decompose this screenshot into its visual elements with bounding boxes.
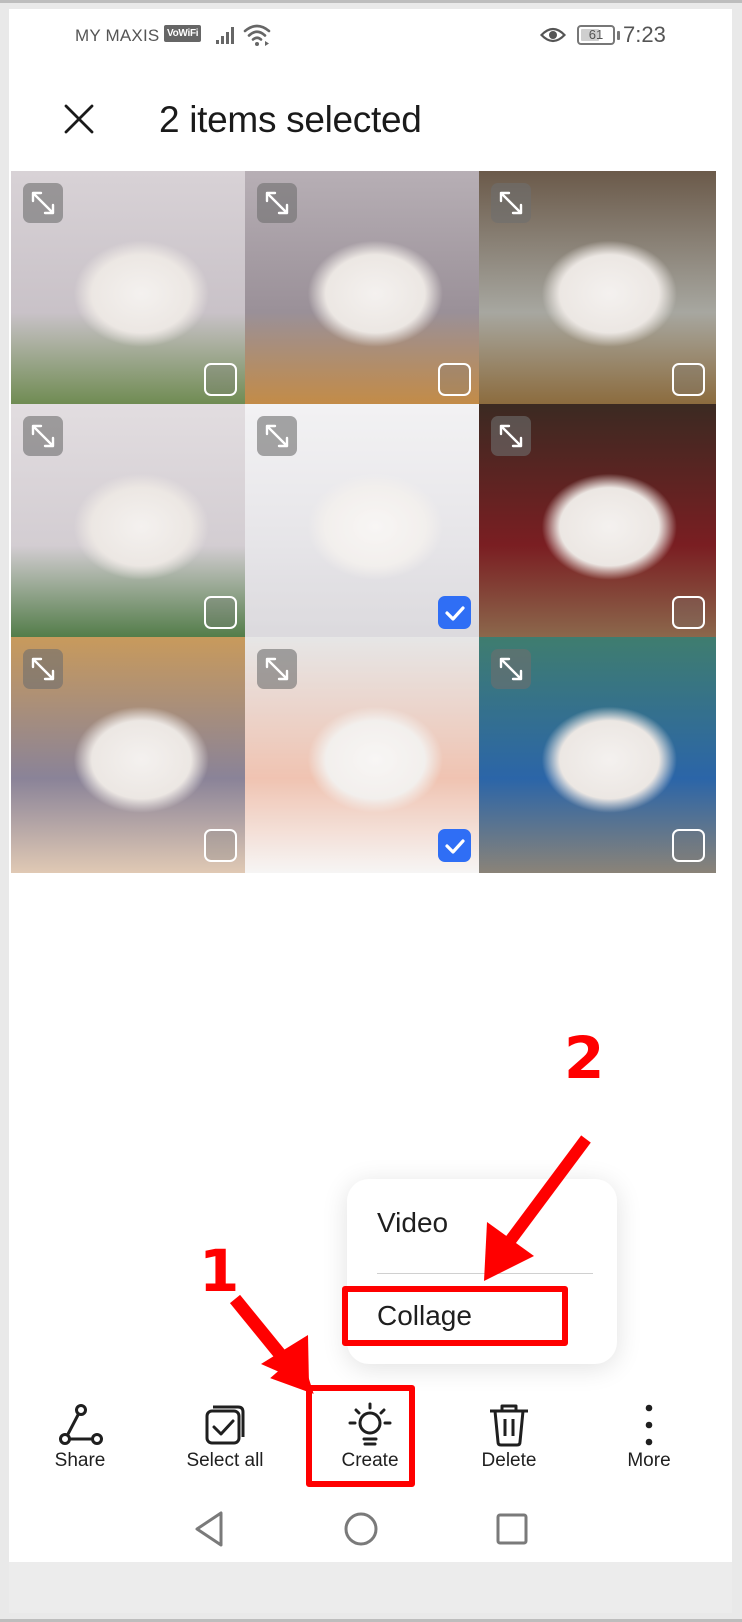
checkbox-unchecked[interactable] bbox=[204, 363, 237, 396]
menu-divider bbox=[377, 1273, 593, 1274]
signal-bars-icon bbox=[216, 27, 234, 44]
bottom-bezel bbox=[9, 1562, 732, 1613]
checkmark-icon bbox=[444, 838, 465, 854]
annotation-step-1: 1 bbox=[199, 1237, 240, 1305]
annotation-arrow-1-shaft bbox=[229, 1294, 298, 1374]
expand-preview-button[interactable] bbox=[23, 649, 63, 689]
checkbox-checked[interactable] bbox=[438, 829, 471, 862]
expand-preview-button[interactable] bbox=[23, 183, 63, 223]
close-selection-button[interactable] bbox=[55, 95, 103, 143]
expand-icon bbox=[499, 657, 523, 681]
recents-square-icon[interactable] bbox=[490, 1507, 534, 1551]
carrier-name: MY MAXIS bbox=[75, 26, 160, 45]
expand-preview-button[interactable] bbox=[491, 183, 531, 223]
eye-comfort-icon bbox=[540, 27, 566, 43]
more-button[interactable]: More bbox=[584, 1384, 714, 1494]
checkmark-icon bbox=[444, 605, 465, 621]
close-icon bbox=[64, 104, 94, 134]
checkbox-unchecked[interactable] bbox=[672, 596, 705, 629]
checkbox-unchecked[interactable] bbox=[672, 363, 705, 396]
expand-icon bbox=[499, 191, 523, 215]
expand-icon bbox=[265, 657, 289, 681]
photo-tile[interactable] bbox=[479, 404, 716, 640]
annotation-step-2: 2 bbox=[564, 1024, 605, 1092]
wifi-icon bbox=[243, 24, 271, 46]
photo-tile[interactable] bbox=[11, 637, 248, 873]
delete-label: Delete bbox=[481, 1450, 537, 1471]
checkbox-unchecked[interactable] bbox=[204, 596, 237, 629]
checkbox-unchecked[interactable] bbox=[672, 829, 705, 862]
system-nav-bar bbox=[9, 1499, 732, 1559]
vowifi-badge: VoWiFi bbox=[164, 25, 202, 42]
more-vertical-icon bbox=[645, 1404, 653, 1446]
share-button[interactable]: Share bbox=[15, 1384, 145, 1494]
photo-tile[interactable] bbox=[245, 637, 482, 873]
select-all-button[interactable]: Select all bbox=[160, 1384, 290, 1494]
photo-tile[interactable] bbox=[11, 171, 248, 407]
photo-tile[interactable] bbox=[245, 171, 482, 407]
phone-screen: MY MAXIS VoWiFi 61 7:23 2 items selected… bbox=[9, 9, 732, 1613]
status-bar: MY MAXIS VoWiFi 61 7:23 bbox=[9, 9, 732, 69]
battery-tip bbox=[617, 31, 620, 40]
expand-icon bbox=[499, 424, 523, 448]
delete-button[interactable]: Delete bbox=[444, 1384, 574, 1494]
checkbox-checked[interactable] bbox=[438, 596, 471, 629]
battery-indicator: 61 bbox=[577, 25, 615, 45]
annotation-box-create bbox=[306, 1385, 415, 1487]
annotation-box-collage bbox=[342, 1286, 568, 1346]
home-circle-icon[interactable] bbox=[339, 1507, 383, 1551]
photo-tile[interactable] bbox=[11, 404, 248, 640]
select-all-icon bbox=[205, 1405, 245, 1445]
more-label: More bbox=[627, 1450, 671, 1471]
expand-icon bbox=[31, 424, 55, 448]
menu-item-video[interactable]: Video bbox=[377, 1207, 448, 1239]
page-title: 2 items selected bbox=[159, 99, 422, 140]
selection-header: 2 items selected bbox=[9, 69, 732, 169]
checkbox-unchecked[interactable] bbox=[438, 363, 471, 396]
photo-tile[interactable] bbox=[479, 637, 716, 873]
expand-icon bbox=[31, 657, 55, 681]
expand-icon bbox=[265, 424, 289, 448]
frame-border-top bbox=[0, 0, 742, 3]
photo-tile[interactable] bbox=[479, 171, 716, 407]
expand-preview-button[interactable] bbox=[257, 416, 297, 456]
trash-icon bbox=[490, 1404, 528, 1447]
expand-icon bbox=[31, 191, 55, 215]
expand-preview-button[interactable] bbox=[491, 416, 531, 456]
expand-icon bbox=[265, 191, 289, 215]
battery-percent: 61 bbox=[588, 27, 604, 42]
annotation-arrow-1-head-fill bbox=[261, 1335, 309, 1385]
clock: 7:23 bbox=[623, 22, 666, 47]
share-label: Share bbox=[54, 1450, 106, 1471]
select-all-label: Select all bbox=[186, 1450, 264, 1471]
expand-preview-button[interactable] bbox=[23, 416, 63, 456]
back-triangle-icon[interactable] bbox=[189, 1507, 233, 1551]
share-icon bbox=[59, 1404, 103, 1445]
expand-preview-button[interactable] bbox=[257, 649, 297, 689]
expand-preview-button[interactable] bbox=[257, 183, 297, 223]
photo-tile[interactable] bbox=[245, 404, 482, 640]
expand-preview-button[interactable] bbox=[491, 649, 531, 689]
checkbox-unchecked[interactable] bbox=[204, 829, 237, 862]
